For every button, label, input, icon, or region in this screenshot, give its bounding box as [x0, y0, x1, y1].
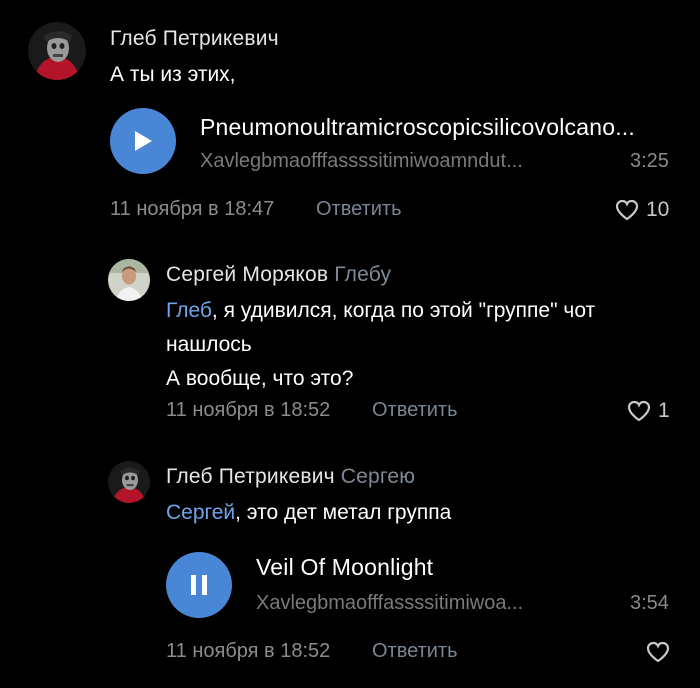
reply-button[interactable]: Ответить	[316, 198, 402, 221]
comment-text: Сергей, это дет метал группа	[166, 501, 452, 524]
like-button[interactable]: 1	[626, 399, 670, 423]
avatar[interactable]	[108, 461, 150, 503]
like-button[interactable]	[645, 640, 677, 664]
audio-title[interactable]: Pneumonoultramicroscopicsilicovolcano...	[200, 114, 635, 141]
comment-author[interactable]: Глеб Петрикевич	[110, 27, 279, 51]
comment-text-line: А вообще, что это?	[166, 367, 354, 390]
reply-to-name[interactable]: Глебу	[334, 263, 391, 286]
heart-icon	[646, 641, 670, 663]
like-button[interactable]: 10	[614, 198, 669, 222]
author-name[interactable]: Сергей Моряков	[166, 263, 328, 286]
comment-text: Глеб, я удивился, когда по этой "группе"…	[166, 299, 596, 322]
comment-text-line: нашлось	[166, 333, 252, 356]
comment-author: Сергей Моряков Глебу	[166, 263, 391, 287]
comment-text: А ты из этих,	[110, 63, 236, 86]
reply-button[interactable]: Ответить	[372, 399, 458, 422]
audio-play-button[interactable]	[110, 108, 176, 174]
audio-duration: 3:25	[630, 150, 669, 172]
reply-button[interactable]: Ответить	[372, 640, 458, 663]
heart-icon	[627, 400, 651, 422]
like-count: 1	[658, 399, 670, 422]
audio-artist[interactable]: Xavlegbmaofffassssitimiwoa...	[256, 592, 523, 615]
avatar[interactable]	[28, 22, 86, 80]
audio-artist[interactable]: Xavlegbmaofffassssitimiwoamndut...	[200, 150, 523, 173]
avatar[interactable]	[108, 259, 150, 301]
like-count: 10	[646, 198, 670, 221]
author-name[interactable]: Глеб Петрикевич	[166, 465, 335, 488]
pause-icon	[191, 575, 207, 595]
comment-author: Глеб Петрикевич Сергею	[166, 465, 415, 489]
audio-pause-button[interactable]	[166, 552, 232, 618]
play-icon	[135, 131, 152, 151]
audio-title[interactable]: Veil Of Moonlight	[256, 554, 433, 581]
comment-date: 11 ноября в 18:52	[166, 399, 331, 421]
comment-date: 11 ноября в 18:52	[166, 640, 331, 662]
heart-icon	[615, 199, 639, 221]
mention-link[interactable]: Глеб	[166, 299, 212, 322]
mention-link[interactable]: Сергей	[166, 501, 235, 524]
author-name[interactable]: Глеб Петрикевич	[110, 27, 279, 50]
comment-date: 11 ноября в 18:47	[110, 198, 275, 220]
audio-duration: 3:54	[630, 592, 669, 614]
reply-to-name[interactable]: Сергею	[341, 465, 415, 488]
